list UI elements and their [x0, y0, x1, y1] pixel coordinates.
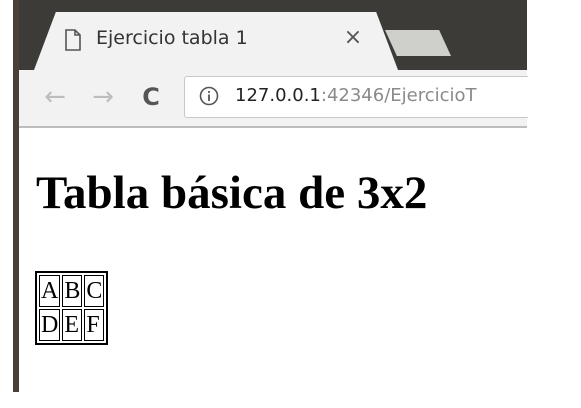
page-title: Tabla básica de 3x2 — [36, 167, 428, 219]
table-row: A B C — [39, 275, 105, 307]
url-text[interactable]: 127.0.0.1:42346/EjercicioT — [235, 85, 477, 106]
info-icon[interactable] — [199, 86, 219, 106]
basic-table: A B C D E F — [35, 271, 109, 345]
close-icon[interactable]: × — [341, 24, 365, 52]
table-row: D E F — [39, 309, 105, 341]
table-cell: A — [39, 275, 61, 307]
table-cell: E — [62, 309, 83, 341]
page-icon — [65, 29, 81, 51]
table-cell: B — [62, 275, 83, 307]
reload-icon[interactable]: C — [134, 80, 168, 114]
forward-icon[interactable]: → — [86, 80, 120, 114]
page-content: Tabla básica de 3x2 A B C D E F — [19, 128, 581, 392]
table-cell: C — [84, 275, 105, 307]
address-bar[interactable]: 127.0.0.1:42346/EjercicioT — [184, 76, 528, 118]
table-cell: F — [84, 309, 105, 341]
back-icon[interactable]: ← — [38, 80, 72, 114]
url-path: :42346/EjercicioT — [320, 85, 477, 106]
tab-title: Ejercicio tabla 1 — [96, 27, 248, 49]
url-host: 127.0.0.1 — [235, 85, 321, 106]
table-cell: D — [39, 309, 61, 341]
